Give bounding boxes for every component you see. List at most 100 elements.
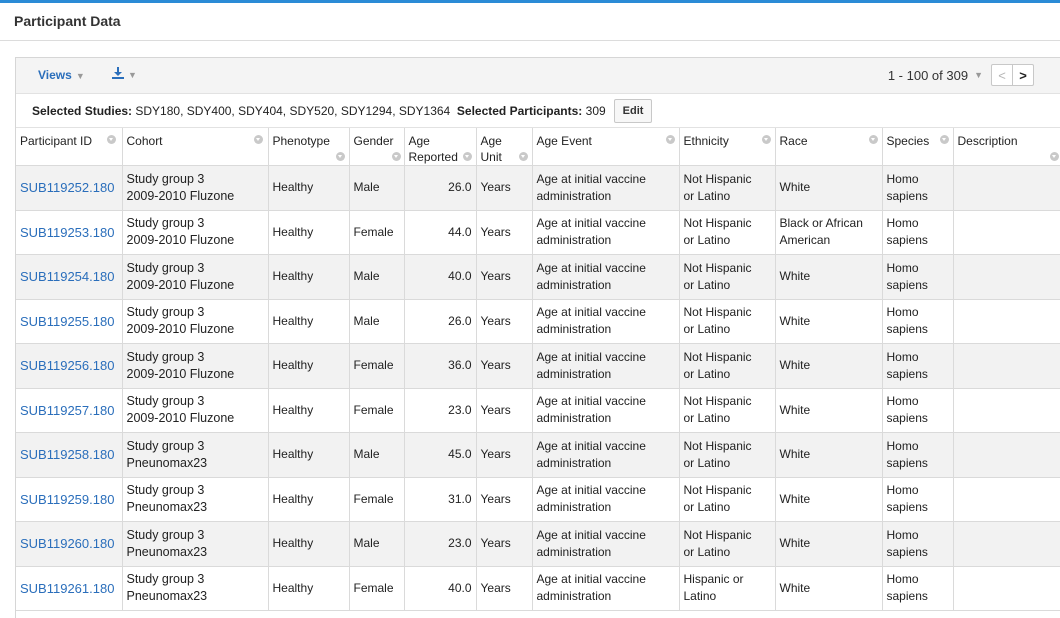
race-cell-text: White bbox=[779, 358, 811, 373]
participant-id-link[interactable]: SUB119255.180 bbox=[16, 299, 123, 344]
column-header-gender[interactable]: Gender bbox=[349, 128, 405, 166]
column-header-cohort[interactable]: Cohort bbox=[122, 128, 269, 166]
caret-down-icon[interactable]: ▼ bbox=[974, 70, 983, 80]
species-cell: Homo sapiens bbox=[882, 388, 954, 433]
participant-id-link[interactable]: SUB119256.180 bbox=[16, 343, 123, 389]
gender-cell-text: Female bbox=[353, 491, 394, 506]
column-menu-icon[interactable] bbox=[391, 152, 401, 161]
age-event-cell: Age at initial vaccine administration bbox=[532, 432, 680, 478]
table-row[interactable]: SUB119256.180 Study group 3 2009-2010 Fluz… bbox=[16, 343, 1060, 389]
gender-cell: Male bbox=[349, 165, 405, 211]
phenotype-cell-text: Healthy bbox=[272, 180, 314, 195]
edit-selection-button[interactable]: Edit bbox=[613, 98, 653, 123]
ethnicity-cell-text: or Latino bbox=[683, 277, 731, 292]
column-menu-icon[interactable] bbox=[462, 152, 472, 161]
participant-id-link[interactable]: SUB119259.180 bbox=[16, 477, 123, 522]
age-reported-cell-text: 45.0 bbox=[448, 447, 472, 462]
ethnicity-cell-text: or Latino bbox=[683, 455, 731, 470]
gender-cell: Male bbox=[349, 432, 405, 478]
column-header-age-unit[interactable]: Age Unit bbox=[476, 128, 533, 166]
participant-id-link[interactable]: SUB119261.180 bbox=[16, 566, 123, 611]
table-row[interactable]: SUB119253.180 Study group 3 2009-2010 Fluz… bbox=[16, 210, 1060, 255]
gender-cell-text: Male bbox=[353, 269, 380, 284]
ethnicity-cell: Not Hispanic or Latino bbox=[679, 210, 776, 255]
views-menu-button[interactable]: Views ▼ bbox=[38, 68, 85, 82]
participant-id-link-text: SUB119256.180 bbox=[20, 358, 115, 374]
age-reported-cell: 40.0 bbox=[404, 566, 477, 611]
phenotype-cell: Healthy bbox=[268, 254, 350, 300]
export-menu-button[interactable]: ▼ bbox=[112, 66, 137, 81]
column-header-species[interactable]: Species bbox=[882, 128, 954, 166]
age-event-cell: Age at initial vaccine administration bbox=[532, 210, 680, 255]
participant-id-link[interactable]: SUB119257.180 bbox=[16, 388, 123, 433]
table-row[interactable]: SUB119261.180 Study group 3 Pneunomax23 Hea… bbox=[16, 566, 1060, 611]
age-unit-cell: Years bbox=[476, 299, 533, 344]
ethnicity-cell-text: Not Hispanic bbox=[683, 260, 752, 275]
column-header-age-reported[interactable]: Age Reported bbox=[404, 128, 477, 166]
gender-cell: Female bbox=[349, 210, 405, 255]
column-header-age-event[interactable]: Age Event bbox=[532, 128, 680, 166]
cohort-cell-text: Pneunomax23 bbox=[126, 500, 208, 515]
column-header-label: Age Event bbox=[536, 134, 592, 148]
table-row[interactable]: SUB119260.180 Study group 3 Pneunomax23 Hea… bbox=[16, 521, 1060, 567]
age-unit-cell-text: Years bbox=[480, 358, 511, 373]
column-header-phenotype[interactable]: Phenotype bbox=[268, 128, 350, 166]
column-menu-icon[interactable] bbox=[518, 152, 528, 161]
age-event-cell-text: administration bbox=[536, 500, 612, 515]
next-page-button[interactable]: > bbox=[1012, 64, 1034, 86]
participant-id-link[interactable]: SUB119253.180 bbox=[16, 210, 123, 255]
column-menu-icon[interactable] bbox=[335, 152, 345, 161]
participant-id-link[interactable]: SUB119254.180 bbox=[16, 254, 123, 300]
age-unit-cell-text: Years bbox=[480, 447, 511, 462]
description-cell bbox=[953, 477, 1060, 522]
ethnicity-cell: Not Hispanic or Latino bbox=[679, 165, 776, 211]
panel-title: Participant Data bbox=[14, 13, 121, 29]
age-unit-cell-text: Years bbox=[480, 180, 511, 195]
column-menu-icon[interactable] bbox=[665, 135, 675, 144]
age-unit-cell: Years bbox=[476, 388, 533, 433]
column-header-label: Ethnicity bbox=[683, 134, 729, 148]
cohort-cell-text: Study group 3 bbox=[126, 394, 205, 409]
column-menu-icon[interactable] bbox=[253, 135, 263, 144]
participant-id-link[interactable]: SUB119260.180 bbox=[16, 521, 123, 567]
ethnicity-cell-text: Not Hispanic bbox=[683, 483, 752, 498]
column-menu-icon[interactable] bbox=[107, 135, 116, 144]
column-header-ethnicity[interactable]: Ethnicity bbox=[679, 128, 776, 166]
column-menu-icon[interactable] bbox=[761, 135, 771, 144]
race-cell: White bbox=[775, 521, 883, 567]
table-row[interactable]: SUB119257.180 Study group 3 2009-2010 Fluz… bbox=[16, 388, 1060, 433]
participant-id-link[interactable]: SUB119252.180 bbox=[16, 165, 123, 211]
age-unit-cell-text: Years bbox=[480, 536, 511, 551]
column-header-participant-id[interactable]: Participant ID bbox=[16, 128, 123, 166]
gender-cell-text: Male bbox=[353, 447, 380, 462]
species-cell-text: Homo bbox=[886, 438, 919, 453]
participant-table: Participant ID Cohort Phenotype Gender Age Re… bbox=[16, 128, 1060, 611]
previous-page-button[interactable]: < bbox=[991, 64, 1013, 86]
table-row[interactable]: SUB119255.180 Study group 3 2009-2010 Fluz… bbox=[16, 299, 1060, 344]
age-unit-cell-text: Years bbox=[480, 580, 511, 595]
participant-id-link[interactable]: SUB119258.180 bbox=[16, 432, 123, 478]
column-header-description[interactable]: Description bbox=[953, 128, 1060, 166]
table-row[interactable]: SUB119252.180 Study group 3 2009-2010 Fluz… bbox=[16, 165, 1060, 211]
table-row[interactable]: SUB119259.180 Study group 3 Pneunomax23 Hea… bbox=[16, 477, 1060, 522]
age-reported-cell-text: 26.0 bbox=[448, 313, 472, 328]
download-icon bbox=[112, 67, 124, 79]
table-row[interactable]: SUB119254.180 Study group 3 2009-2010 Fluz… bbox=[16, 254, 1060, 300]
age-event-cell: Age at initial vaccine administration bbox=[532, 566, 680, 611]
age-event-cell: Age at initial vaccine administration bbox=[532, 477, 680, 522]
table-row[interactable]: SUB119258.180 Study group 3 Pneunomax23 Hea… bbox=[16, 432, 1060, 478]
column-menu-icon[interactable] bbox=[1049, 152, 1059, 161]
age-event-cell-text: Age at initial vaccine bbox=[536, 171, 646, 186]
participant-id-link-text: SUB119257.180 bbox=[20, 402, 115, 418]
gender-cell: Female bbox=[349, 388, 405, 433]
age-event-cell-text: administration bbox=[536, 188, 612, 203]
species-cell: Homo sapiens bbox=[882, 254, 954, 300]
column-menu-icon[interactable] bbox=[939, 135, 949, 144]
age-reported-cell: 36.0 bbox=[404, 343, 477, 389]
cohort-cell: Study group 3 Pneunomax23 bbox=[122, 432, 269, 478]
paging-text[interactable]: 1 - 100 of 309 bbox=[888, 68, 968, 83]
gender-cell: Female bbox=[349, 477, 405, 522]
column-menu-icon[interactable] bbox=[868, 135, 878, 144]
species-cell-text: Homo bbox=[886, 349, 919, 364]
column-header-race[interactable]: Race bbox=[775, 128, 883, 166]
